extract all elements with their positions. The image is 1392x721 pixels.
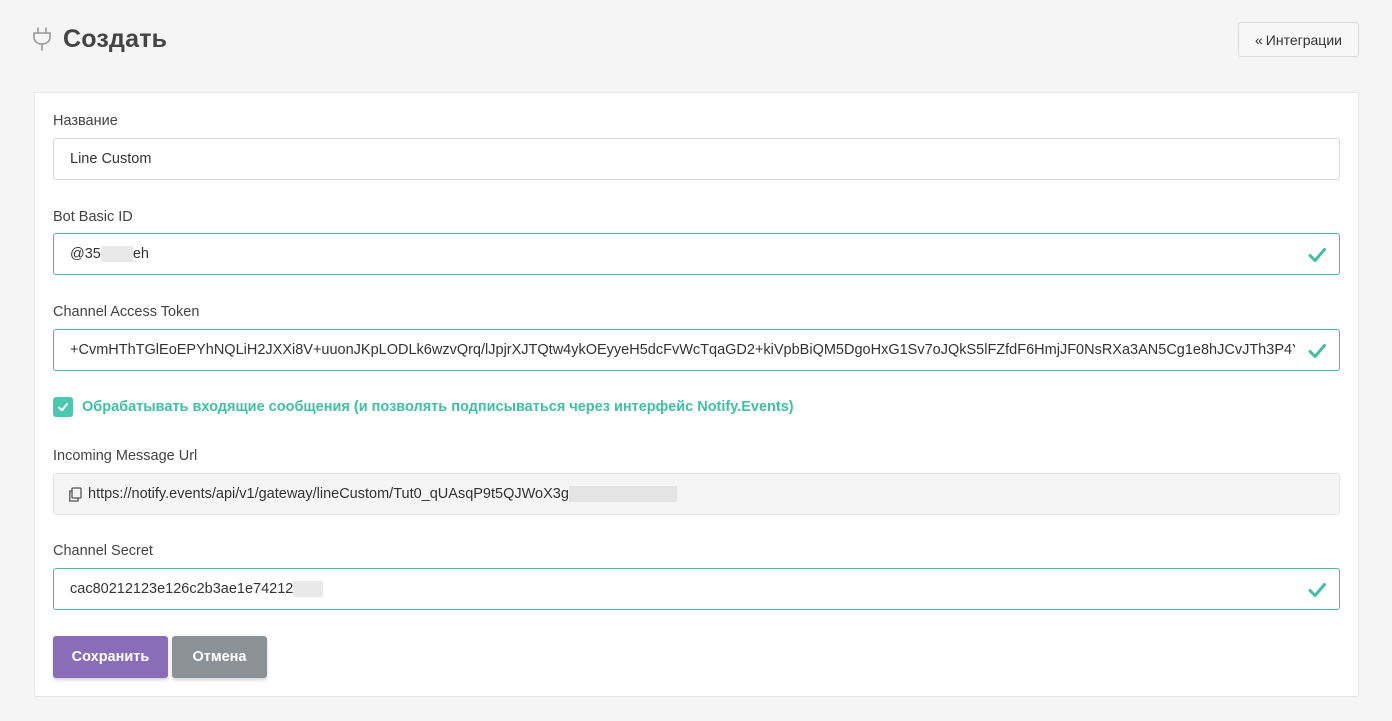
create-form-card: Название Line Custom Bot Basic ID @35 eh …: [34, 92, 1359, 697]
redacted-block: [293, 581, 324, 598]
copy-icon[interactable]: [68, 486, 82, 502]
name-input[interactable]: Line Custom: [53, 138, 1340, 180]
secret-label: Channel Secret: [53, 543, 153, 559]
bot-id-prefix: @35: [70, 245, 101, 262]
plug-icon: [33, 27, 51, 51]
token-label: Channel Access Token: [53, 304, 200, 320]
secret-text: cac80212123e126c2b3ae1e74212: [70, 580, 294, 597]
incoming-messages-checkbox[interactable]: [53, 397, 73, 417]
token-input-value: +CvmHThTGlEoEPYhNQLiH2JXXi8V+uuonJKpLODL…: [70, 342, 1295, 358]
bot-id-label: Bot Basic ID: [53, 209, 133, 225]
check-icon: [1308, 248, 1326, 262]
incoming-url-field[interactable]: https://notify.events/api/v1/gateway/lin…: [53, 473, 1340, 515]
incoming-url-label: Incoming Message Url: [53, 448, 198, 464]
back-button-label: Интеграции: [1265, 31, 1342, 48]
token-input[interactable]: +CvmHThTGlEoEPYhNQLiH2JXXi8V+uuonJKpLODL…: [53, 329, 1340, 371]
secret-input-value: cac80212123e126c2b3ae1e74212: [70, 580, 1295, 598]
bot-id-suffix: eh: [132, 245, 149, 262]
check-icon: [1308, 583, 1326, 597]
back-to-integrations-button[interactable]: « Интеграции: [1238, 22, 1359, 57]
page-header: Создать: [32, 22, 167, 56]
checkbox-check-icon: [58, 403, 68, 412]
cancel-button[interactable]: Отмена: [172, 636, 267, 678]
incoming-messages-label: Обрабатывать входящие сообщения (и позво…: [82, 399, 794, 415]
incoming-messages-checkbox-row[interactable]: Обрабатывать входящие сообщения (и позво…: [53, 397, 794, 417]
bot-id-input[interactable]: @35 eh: [53, 233, 1340, 275]
incoming-url-text: https://notify.events/api/v1/gateway/lin…: [88, 485, 569, 502]
name-input-value: Line Custom: [70, 151, 152, 167]
chevron-double-left-icon: «: [1255, 31, 1263, 48]
check-icon: [1308, 344, 1326, 358]
secret-input[interactable]: cac80212123e126c2b3ae1e74212: [53, 568, 1340, 610]
name-label: Название: [53, 113, 118, 129]
bot-id-input-value: @35 eh: [70, 245, 1295, 263]
redacted-block: [568, 486, 677, 503]
redacted-block: [100, 246, 133, 263]
page-title: Создать: [63, 24, 168, 53]
save-button[interactable]: Сохранить: [53, 636, 168, 678]
incoming-url-value: https://notify.events/api/v1/gateway/lin…: [88, 485, 1295, 503]
